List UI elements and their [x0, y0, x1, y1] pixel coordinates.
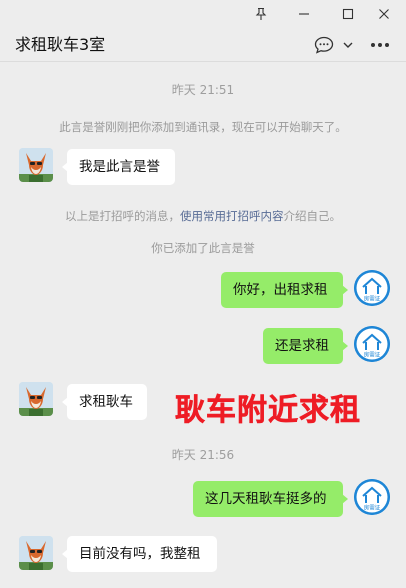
self-avatar-text: 房需证: [364, 295, 381, 303]
system-message-text: 介绍自己。: [283, 209, 342, 223]
message-bubble-outgoing[interactable]: 还是求租: [263, 328, 348, 364]
message-bubble-incoming[interactable]: 目前没有吗，我整租: [62, 536, 217, 572]
chevron-down-icon[interactable]: [341, 34, 355, 56]
maximize-icon[interactable]: [335, 3, 361, 25]
self-avatar[interactable]: 房需证: [354, 270, 390, 306]
overlay-caption: 耿车附近求租: [175, 393, 361, 429]
contact-avatar[interactable]: [19, 148, 53, 182]
fox-avatar-icon: [19, 536, 53, 570]
system-message: 此言是誉刚刚把你添加到通讯录，现在可以开始聊天了。: [59, 120, 347, 134]
pin-icon[interactable]: [248, 3, 274, 25]
close-icon[interactable]: [371, 3, 397, 25]
self-avatar[interactable]: 房需证: [354, 326, 390, 362]
greeting-template-link[interactable]: 使用常用打招呼内容: [180, 209, 284, 223]
contact-avatar[interactable]: [19, 382, 53, 416]
fox-avatar-icon: [19, 148, 53, 182]
chat-title: 求租耿车3室: [15, 35, 106, 54]
more-icon[interactable]: [368, 34, 392, 56]
fox-avatar-icon: [19, 382, 53, 416]
timestamp: 昨天 21:56: [171, 448, 235, 462]
self-avatar[interactable]: 房需证: [354, 479, 390, 515]
message-bubble-incoming[interactable]: 我是此言是誉: [62, 149, 175, 185]
timestamp: 昨天 21:51: [171, 83, 235, 97]
system-message: 你已添加了此言是誉: [151, 241, 255, 255]
chat-bubble-icon[interactable]: [313, 34, 335, 56]
system-message-greeting: 以上是打招呼的消息，使用常用打招呼内容介绍自己。: [0, 208, 406, 224]
contact-avatar[interactable]: [19, 536, 53, 570]
chat-header: 求租耿车3室: [0, 28, 406, 62]
self-avatar-text: 房需证: [364, 351, 381, 359]
house-logo-icon: 房需证: [354, 479, 390, 515]
house-logo-icon: 房需证: [354, 270, 390, 306]
system-message-text: 以上是打招呼的消息，: [65, 209, 180, 223]
house-logo-icon: 房需证: [354, 326, 390, 362]
minimize-icon[interactable]: [291, 3, 317, 25]
message-bubble-outgoing[interactable]: 这几天租耿车挺多的: [193, 481, 348, 517]
window-titlebar: [0, 0, 406, 28]
self-avatar-text: 房需证: [364, 504, 381, 512]
message-bubble-incoming[interactable]: 求租耿车: [62, 384, 147, 420]
message-bubble-outgoing[interactable]: 你好，出租求租: [221, 272, 348, 308]
